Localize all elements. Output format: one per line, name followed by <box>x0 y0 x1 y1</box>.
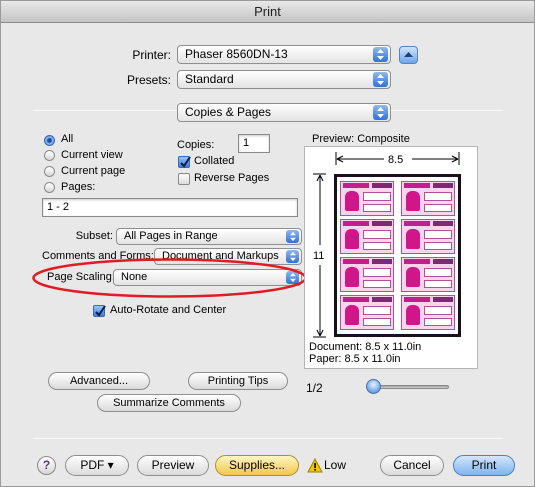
disclosure-up-icon <box>404 52 413 57</box>
auto-rotate-checkbox[interactable] <box>93 305 106 317</box>
thumbnail-card <box>401 257 455 292</box>
radio-all[interactable] <box>44 135 55 146</box>
supplies-button[interactable]: Supplies... <box>215 455 299 476</box>
thumbnail-card <box>401 181 455 216</box>
page-indicator: 1/2 <box>306 381 323 395</box>
copies-input[interactable]: 1 <box>238 134 270 153</box>
radio-current-view[interactable] <box>44 150 55 161</box>
thumbnail-card <box>340 257 394 292</box>
pages-range-input[interactable]: 1 - 2 <box>42 198 298 217</box>
advanced-button[interactable]: Advanced... <box>48 372 150 390</box>
document-size: Document: 8.5 x 11.0in <box>309 341 422 353</box>
printer-value: Phaser 8560DN-13 <box>185 47 288 61</box>
radio-pages-label: Pages: <box>61 181 96 193</box>
preview-width-label: 8.5 <box>388 154 404 166</box>
radio-pages[interactable] <box>44 182 55 193</box>
thumbnail-card <box>401 219 455 254</box>
checkmark-icon <box>95 305 106 317</box>
preview-height-label: 11 <box>313 250 325 262</box>
thumbnail-card <box>340 219 394 254</box>
pdf-menu-button[interactable]: PDF ▾ <box>65 455 129 476</box>
presets-value: Standard <box>185 72 234 86</box>
separator <box>33 438 503 439</box>
popup-arrows-icon <box>373 47 388 62</box>
radio-current-view-label: Current view <box>61 149 123 161</box>
zoom-slider-knob[interactable] <box>366 379 381 394</box>
subset-popup[interactable]: All Pages in Range <box>116 228 302 245</box>
printer-label: Printer: <box>132 48 171 62</box>
presets-label: Presets: <box>126 73 171 87</box>
copies-label: Copies: <box>177 139 215 151</box>
preview-button[interactable]: Preview <box>137 455 209 476</box>
summarize-comments-button[interactable]: Summarize Comments <box>97 394 241 412</box>
print-dialog: Print Printer: Phaser 8560DN-13 Presets:… <box>0 0 535 487</box>
help-button[interactable]: ? <box>37 456 56 475</box>
panel-popup[interactable]: Copies & Pages <box>177 103 391 122</box>
warning-icon <box>307 458 323 473</box>
radio-current-page[interactable] <box>44 166 55 177</box>
auto-rotate-label: Auto-Rotate and Center <box>110 304 227 316</box>
print-button[interactable]: Print <box>453 455 515 476</box>
popup-arrows-icon <box>373 105 388 120</box>
collated-checkbox[interactable] <box>178 156 191 168</box>
preview-page-thumbnail <box>334 174 461 337</box>
thumbnail-card <box>340 181 394 216</box>
thumbnail-card <box>340 295 394 330</box>
popup-arrows-icon <box>373 72 388 87</box>
collated-label: Collated <box>194 155 235 167</box>
cancel-button[interactable]: Cancel <box>380 455 444 476</box>
printing-tips-button[interactable]: Printing Tips <box>188 372 288 390</box>
thumbnail-card <box>401 295 455 330</box>
subset-value: All Pages in Range <box>124 230 218 242</box>
disclosure-button[interactable] <box>399 46 418 64</box>
checkmark-icon <box>180 156 191 168</box>
panel-value: Copies & Pages <box>185 105 272 119</box>
popup-arrows-icon <box>286 230 299 243</box>
reverse-pages-checkbox[interactable] <box>178 173 190 185</box>
paper-size: Paper: 8.5 x 11.0in <box>309 353 401 365</box>
radio-all-label: All <box>61 133 74 145</box>
presets-popup[interactable]: Standard <box>177 70 391 89</box>
printer-popup[interactable]: Phaser 8560DN-13 <box>177 45 391 64</box>
supply-status-text: Low <box>324 458 347 472</box>
radio-current-page-label: Current page <box>61 165 126 177</box>
preview-title: Preview: Composite <box>312 133 410 145</box>
highlight-ellipse <box>32 258 307 298</box>
subset-label: Subset: <box>75 230 113 242</box>
window-title: Print <box>1 1 534 23</box>
reverse-pages-label: Reverse Pages <box>194 172 270 184</box>
